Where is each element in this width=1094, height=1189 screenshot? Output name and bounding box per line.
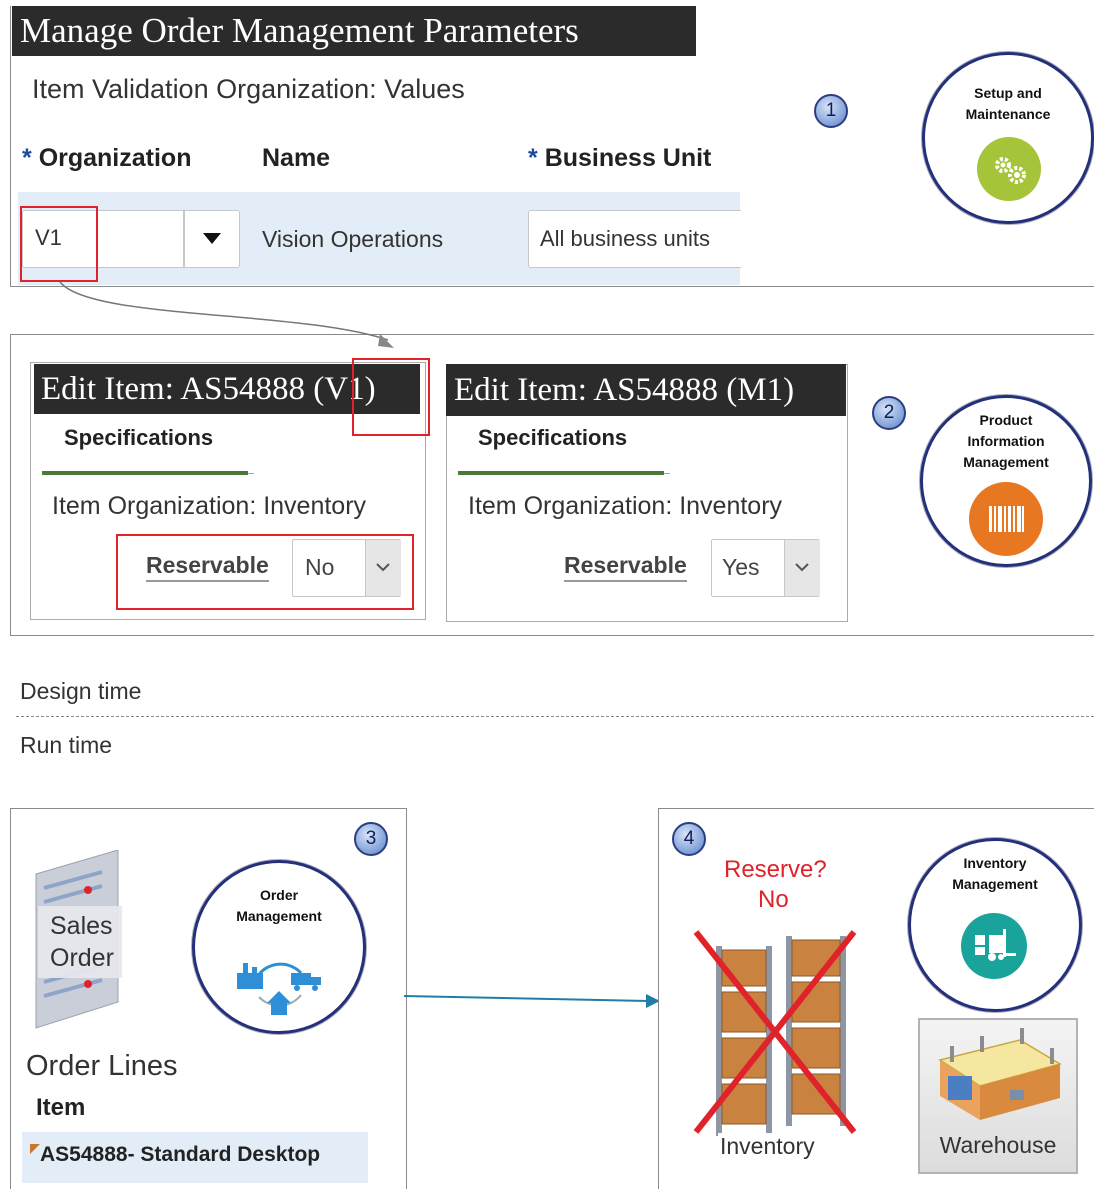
tab-underline	[458, 471, 664, 475]
select-button[interactable]	[784, 540, 820, 596]
item-value: AS54888- Standard Desktop	[40, 1143, 321, 1166]
warehouse-label: Warehouse	[939, 1132, 1057, 1158]
row-flag-icon	[30, 1144, 40, 1154]
warehouse-icon[interactable]: Warehouse	[918, 1018, 1078, 1174]
step-number-4: 4	[672, 822, 706, 856]
forklift-icon	[961, 913, 1027, 979]
tab-divider-line	[664, 473, 670, 474]
connector-arrow	[59, 281, 394, 348]
barcode-icon	[969, 482, 1043, 556]
highlight-v1-title	[352, 358, 430, 436]
item-column-header: Item	[36, 1094, 86, 1121]
card-m1-title: Edit Item: AS54888 (M1)	[446, 364, 846, 416]
tab-underline	[42, 471, 248, 475]
badge-label-line1: Product	[979, 412, 1033, 428]
tab-specifications[interactable]: Specifications	[478, 425, 627, 451]
order-management-badge[interactable]: Order Management	[192, 860, 366, 1034]
design-time-label: Design time	[20, 678, 142, 704]
badge-label-line1: Inventory	[963, 855, 1027, 871]
run-time-label: Run time	[20, 732, 113, 758]
card-m1-org-line: Item Organization: Inventory	[468, 492, 783, 520]
factory-truck-house-icon	[229, 933, 329, 1017]
reservable-value: Yes	[722, 554, 760, 580]
inventory-label: Inventory	[718, 1133, 817, 1160]
design-run-divider	[16, 716, 1094, 717]
card-v1-title-prefix: Edit Item: AS54888	[41, 371, 314, 407]
reservable-select[interactable]: Yes	[711, 539, 820, 597]
reserve-question: Reserve?	[724, 856, 827, 883]
sales-order-label-line2: Order	[50, 944, 114, 972]
table-row[interactable]: AS54888- Standard Desktop	[22, 1132, 368, 1183]
reservable-label: Reservable	[564, 552, 687, 582]
inventory-management-badge[interactable]: Inventory Management	[908, 838, 1082, 1012]
badge-label-line2: Management	[236, 908, 322, 924]
tab-specifications[interactable]: Specifications	[64, 425, 213, 451]
badge-label-line1: Order	[259, 887, 299, 903]
step-number-3: 3	[354, 822, 388, 856]
reserve-answer: No	[758, 886, 789, 913]
order-lines-title: Order Lines	[26, 1050, 178, 1082]
product-information-management-badge[interactable]: Product Information Management	[920, 395, 1092, 567]
tab-divider-line	[248, 473, 254, 474]
sales-order-label-line1: Sales	[50, 912, 113, 940]
card-v1-org-line: Item Organization: Inventory	[52, 492, 367, 520]
badge-label-line2: Information	[967, 433, 1045, 449]
inventory-racks-icon	[690, 926, 860, 1136]
badge-label-line3: Management	[963, 454, 1049, 470]
step-number-2: 2	[872, 396, 906, 430]
flow-arrow	[404, 994, 660, 1008]
highlight-reservable	[116, 534, 414, 610]
chevron-down-icon	[795, 563, 809, 572]
badge-label-line2: Management	[952, 876, 1038, 892]
